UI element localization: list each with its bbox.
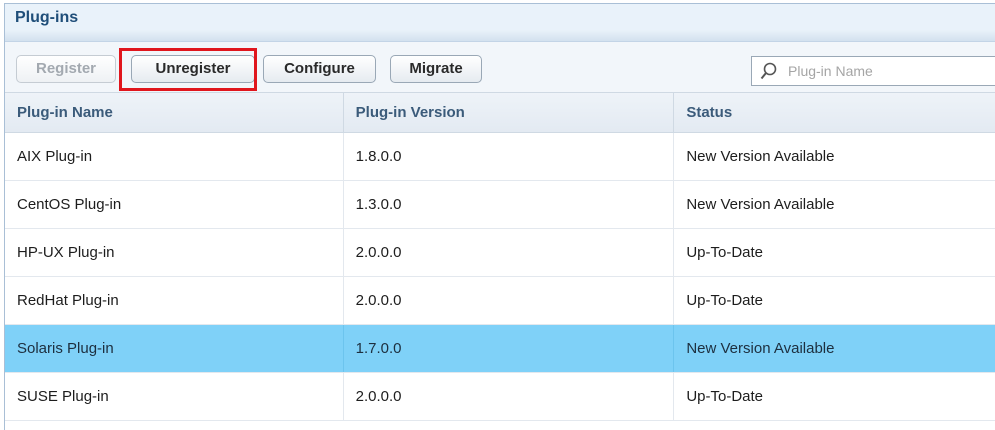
column-header-name[interactable]: Plug-in Name <box>5 93 344 132</box>
cell-status: Up-To-Date <box>686 292 764 309</box>
cell-plugin-version: 1.8.0.0 <box>344 133 675 180</box>
cell-plugin-name: RedHat Plug-in <box>5 277 344 324</box>
column-header-version[interactable]: Plug-in Version <box>344 93 675 132</box>
plugins-table: Plug-in Name Plug-in Version Status AIX … <box>5 92 995 421</box>
toolbar: Register Unregister Configure Migrate <box>5 42 995 92</box>
cell-plugin-version: 1.7.0.0 <box>344 325 675 372</box>
table-row[interactable]: Solaris Plug-in 1.7.0.0 New Version Availa… <box>5 325 995 373</box>
cell-plugin-version: 1.3.0.0 <box>344 181 675 228</box>
panel-titlebar: Plug-ins <box>5 4 995 42</box>
panel-title: Plug-ins <box>15 9 79 26</box>
column-header-status[interactable]: Status <box>674 93 995 132</box>
cell-status: New Version Available <box>686 148 835 165</box>
table-row[interactable]: CentOS Plug-in 1.3.0.0 New Version Availab… <box>5 181 995 229</box>
search-icon <box>760 62 777 80</box>
configure-button[interactable]: Configure <box>263 55 376 83</box>
cell-status: New Version Available <box>686 196 835 213</box>
unregister-button[interactable]: Unregister <box>131 55 255 83</box>
cell-status: New Version Available <box>686 340 835 357</box>
search-input[interactable] <box>786 62 980 80</box>
cell-plugin-name: CentOS Plug-in <box>5 181 344 228</box>
search-box[interactable] <box>751 56 995 86</box>
cell-plugin-name: HP-UX Plug-in <box>5 229 344 276</box>
register-button[interactable]: Register <box>16 55 116 83</box>
cell-plugin-version: 2.0.0.0 <box>344 229 675 276</box>
cell-plugin-name: SUSE Plug-in <box>5 373 344 420</box>
cell-plugin-version: 2.0.0.0 <box>344 277 675 324</box>
migrate-button[interactable]: Migrate <box>390 55 482 83</box>
cell-plugin-name: Solaris Plug-in <box>5 325 344 372</box>
table-header: Plug-in Name Plug-in Version Status <box>5 92 995 133</box>
table-body: AIX Plug-in 1.8.0.0 New Version Available C… <box>5 133 995 421</box>
cell-plugin-version: 2.0.0.0 <box>344 373 675 420</box>
table-row[interactable]: HP-UX Plug-in 2.0.0.0 Up-To-Date <box>5 229 995 277</box>
cell-status: Up-To-Date <box>686 244 764 261</box>
table-row[interactable]: SUSE Plug-in 2.0.0.0 Up-To-Date <box>5 373 995 421</box>
plugins-panel: Plug-ins Register Unregister Configure M… <box>4 3 995 430</box>
cell-plugin-name: AIX Plug-in <box>5 133 344 180</box>
table-row[interactable]: AIX Plug-in 1.8.0.0 New Version Available <box>5 133 995 181</box>
cell-status: Up-To-Date <box>686 388 764 405</box>
table-row[interactable]: RedHat Plug-in 2.0.0.0 Up-To-Date <box>5 277 995 325</box>
